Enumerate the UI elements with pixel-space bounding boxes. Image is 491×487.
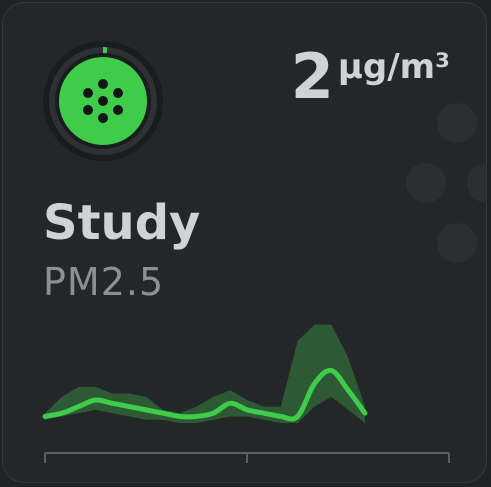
- pm25-reading: 2 µg/m³: [291, 39, 450, 115]
- pm25-unit: µg/m³: [337, 47, 450, 87]
- decor-dot: [406, 163, 446, 203]
- decor-dot: [437, 223, 477, 263]
- sensor-type: PM2.5: [43, 260, 165, 304]
- range-band: [45, 324, 365, 423]
- air-quality-sensor-icon: [43, 41, 163, 161]
- pm25-history-chart[interactable]: [39, 303, 459, 473]
- decor-dot: [467, 163, 486, 203]
- room-name: Study: [43, 195, 201, 251]
- pm25-value: 2: [290, 40, 334, 113]
- decor-dot: [437, 103, 477, 143]
- x-axis: [44, 452, 450, 463]
- pm25-sensor-card[interactable]: 2 µg/m³ Study PM2.5: [2, 2, 487, 483]
